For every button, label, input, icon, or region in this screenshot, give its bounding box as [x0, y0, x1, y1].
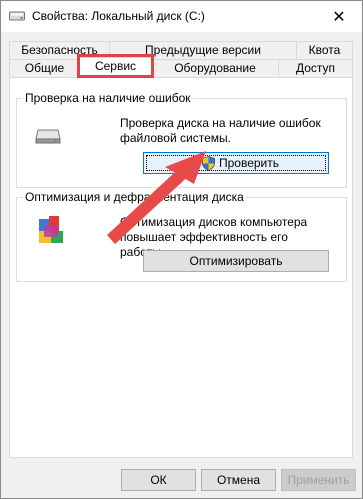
error-check-group: Проверка на наличие ошибок Проверка диск… — [16, 91, 347, 188]
tab-panel: Проверка на наличие ошибок Проверка диск… — [9, 77, 353, 458]
defrag-icon — [39, 216, 63, 243]
optimize-button[interactable]: Оптимизировать — [143, 250, 329, 272]
close-icon: ✕ — [332, 8, 346, 26]
check-button[interactable]: Проверить — [143, 152, 329, 174]
title-bar[interactable]: Свойства: Локальный диск (C:) ✕ — [1, 1, 362, 32]
cancel-button[interactable]: Отмена — [201, 469, 276, 491]
disk-drive-icon — [35, 129, 61, 144]
tab-general[interactable]: Общие — [9, 59, 80, 77]
tab-hardware[interactable]: Оборудование — [151, 59, 279, 77]
check-button-label: Проверить — [219, 156, 280, 170]
apply-button[interactable]: Применить — [281, 469, 356, 491]
optimize-group: Оптимизация и дефрагментация диска Оптим… — [16, 190, 347, 282]
active-tab-highlight — [77, 54, 154, 78]
ok-button[interactable]: ОК — [121, 469, 196, 491]
error-check-title: Проверка на наличие ошибок — [23, 91, 193, 105]
tab-sharing[interactable]: Доступ — [278, 59, 353, 77]
properties-window: Свойства: Локальный диск (C:) ✕ Безопасн… — [0, 0, 363, 499]
uac-shield-icon — [202, 156, 215, 171]
tab-quota[interactable]: Квота — [296, 41, 353, 59]
drive-icon — [9, 11, 25, 21]
optimize-title: Оптимизация и дефрагментация диска — [23, 190, 246, 204]
close-button[interactable]: ✕ — [316, 1, 362, 32]
error-check-description: Проверка диска на наличие ошибок файлово… — [120, 116, 321, 145]
window-title: Свойства: Локальный диск (C:) — [32, 9, 205, 23]
